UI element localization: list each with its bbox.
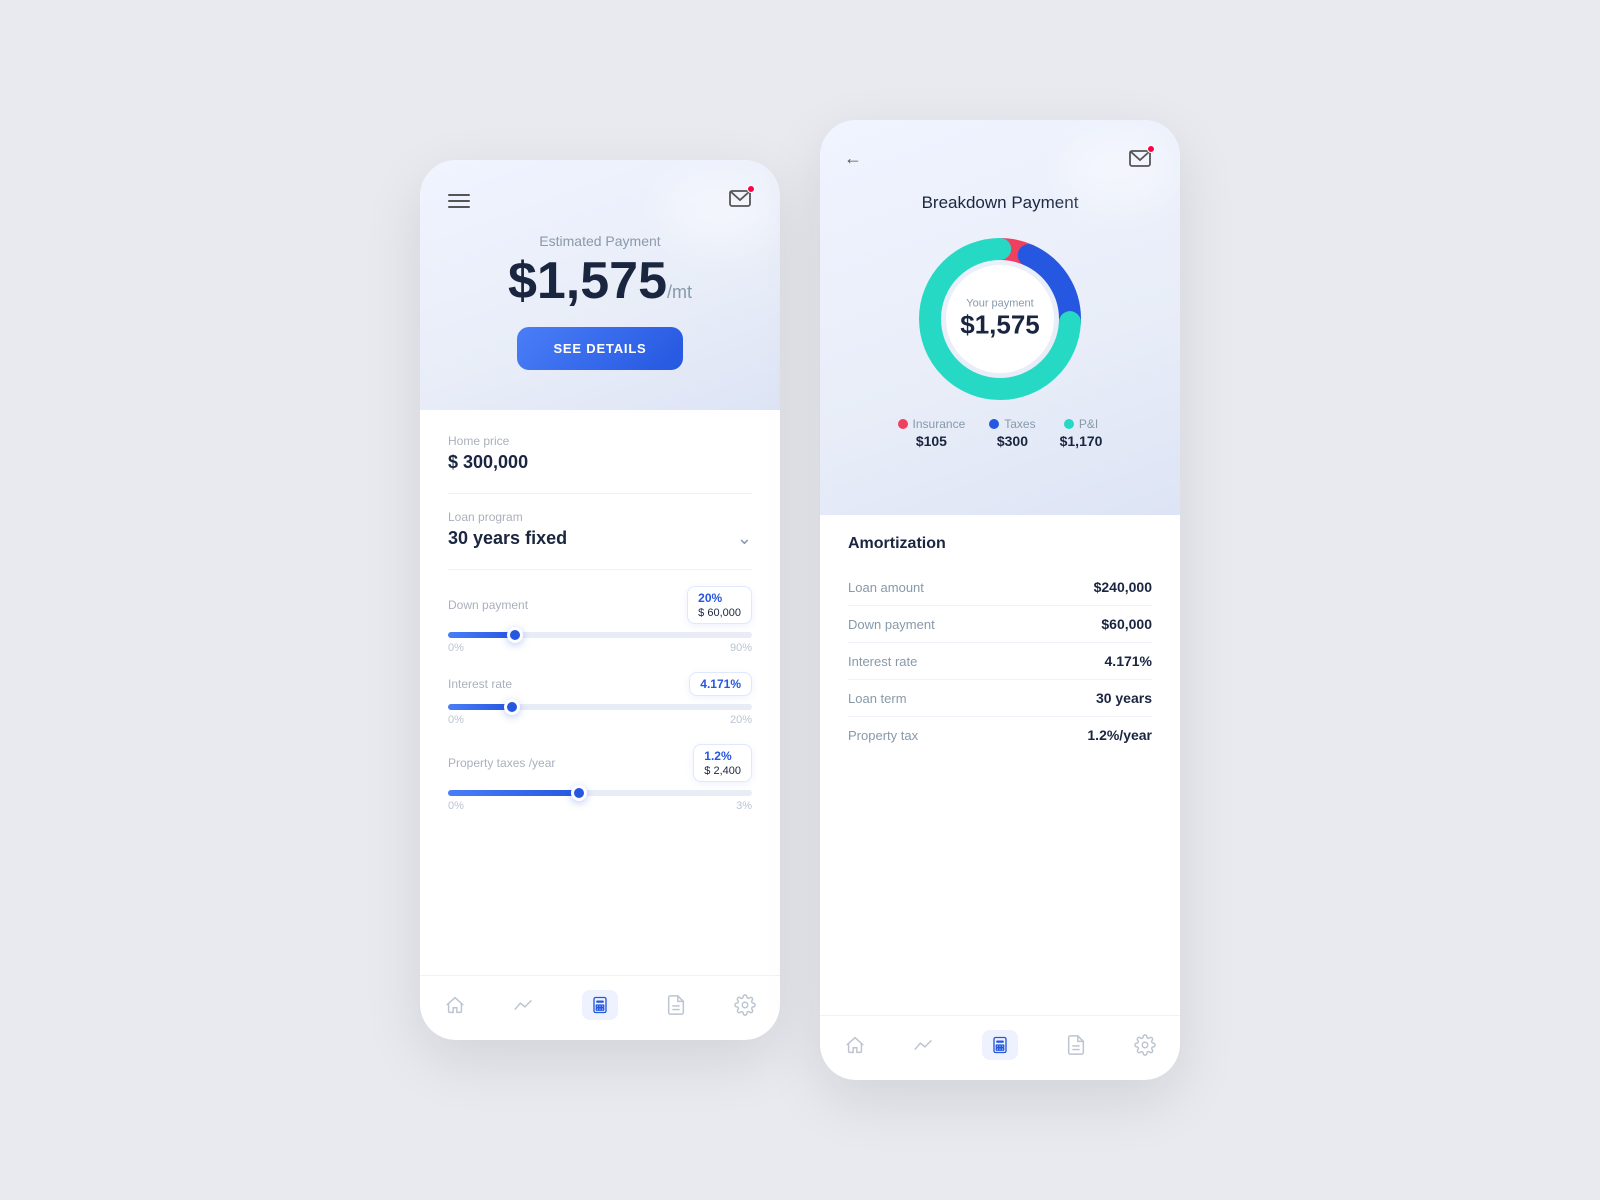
home-icon [443,993,467,1017]
right-bottom-nav [820,1015,1180,1080]
blob-decoration-right [1060,130,1180,210]
slider-thumb[interactable] [571,785,587,801]
chart-icon-right [912,1033,936,1057]
divider-1 [448,493,752,494]
down-payment-range-labels: 0% 90% [448,642,752,654]
nav-chart-right[interactable] [912,1033,936,1057]
left-phone-header: Estimated Payment $1,575/mt SEE DETAILS [420,160,780,410]
pi-dot [1064,419,1074,429]
down-payment-label: Down payment [448,598,528,612]
amort-row-down-payment: Down payment $60,000 [848,606,1152,643]
property-taxes-slider-section: Property taxes /year 1.2% $ 2,400 0% 3% [448,744,752,812]
taxes-dot [989,419,999,429]
notification-dot [747,185,755,193]
left-bottom-nav [420,975,780,1040]
loan-program-row[interactable]: 30 years fixed ⌄ [448,528,752,549]
amort-row-property-tax: Property tax 1.2%/year [848,717,1152,753]
interest-rate-header: Interest rate 4.171% [448,672,752,696]
loan-program-label: Loan program [448,510,752,524]
insurance-dot [898,419,908,429]
property-taxes-label: Property taxes /year [448,756,555,770]
home-price-value: $ 300,000 [448,452,752,473]
home-price-label: Home price [448,434,752,448]
nav-document[interactable] [664,993,688,1017]
nav-home[interactable] [443,993,467,1017]
amort-row-loan-term: Loan term 30 years [848,680,1152,717]
donut-center-amount: $1,575 [960,310,1040,341]
track-fill [448,790,579,796]
nav-settings-right[interactable] [1133,1033,1157,1057]
legend-insurance: Insurance $105 [898,417,966,449]
nav-home-right[interactable] [843,1033,867,1057]
home-icon-right [843,1033,867,1057]
calculator-icon-right [982,1030,1018,1060]
home-price-field: Home price $ 300,000 [448,434,752,473]
notification-dot-right [1147,145,1155,153]
right-phone: ← Breakdown Payment [820,120,1180,1080]
blob-decoration [660,170,780,250]
settings-icon [733,993,757,1017]
property-taxes-header: Property taxes /year 1.2% $ 2,400 [448,744,752,782]
property-taxes-range-labels: 0% 3% [448,800,752,812]
interest-rate-track[interactable] [448,704,752,710]
nav-calculator[interactable] [582,990,618,1020]
right-phone-body: Amortization Loan amount $240,000 Down p… [820,515,1180,1080]
document-icon-right [1064,1033,1088,1057]
slider-thumb[interactable] [507,627,523,643]
interest-rate-slider-section: Interest rate 4.171% 0% 20% [448,672,752,726]
chevron-down-icon: ⌄ [737,528,752,549]
amort-row-loan-amount: Loan amount $240,000 [848,569,1152,606]
interest-rate-label: Interest rate [448,677,512,691]
payment-amount: $1,575/mt [448,255,752,307]
nav-calculator-right[interactable] [982,1030,1018,1060]
donut-center-label: Your payment [960,298,1040,310]
chart-icon [512,993,536,1017]
loan-program-value: 30 years fixed [448,528,567,549]
legend-pi: P&I $1,170 [1060,417,1103,449]
down-payment-track[interactable] [448,632,752,638]
see-details-button[interactable]: SEE DETAILS [517,327,682,370]
mail-button-right[interactable] [1128,148,1152,173]
calculator-icon [582,990,618,1020]
nav-chart[interactable] [512,993,536,1017]
legend-row: Insurance $105 Taxes $300 P&I $1,170 [848,417,1152,449]
divider-2 [448,569,752,570]
amortization-title: Amortization [848,535,1152,553]
settings-icon-right [1133,1033,1157,1057]
amortization-section: Amortization Loan amount $240,000 Down p… [820,515,1180,1015]
document-icon [664,993,688,1017]
interest-rate-badge: 4.171% [689,672,752,696]
track-fill [448,704,512,710]
donut-chart: Your payment $1,575 [848,229,1152,409]
right-phone-header: ← Breakdown Payment [820,120,1180,515]
menu-icon[interactable] [448,194,470,208]
nav-settings[interactable] [733,993,757,1017]
property-taxes-badge: 1.2% $ 2,400 [693,744,752,782]
down-payment-badge: 20% $ 60,000 [687,586,752,624]
left-phone: Estimated Payment $1,575/mt SEE DETAILS … [420,160,780,1040]
amort-row-interest-rate: Interest rate 4.171% [848,643,1152,680]
left-phone-body: Home price $ 300,000 Loan program 30 yea… [420,410,780,975]
property-taxes-track[interactable] [448,790,752,796]
track-fill [448,632,515,638]
loan-program-field: Loan program 30 years fixed ⌄ [448,510,752,549]
back-button[interactable]: ← [844,148,862,169]
mail-button[interactable] [728,188,752,213]
down-payment-slider-section: Down payment 20% $ 60,000 0% 90% [448,586,752,654]
down-payment-header: Down payment 20% $ 60,000 [448,586,752,624]
nav-document-right[interactable] [1064,1033,1088,1057]
donut-center: Your payment $1,575 [960,298,1040,341]
interest-rate-range-labels: 0% 20% [448,714,752,726]
slider-thumb[interactable] [504,699,520,715]
legend-taxes: Taxes $300 [989,417,1035,449]
